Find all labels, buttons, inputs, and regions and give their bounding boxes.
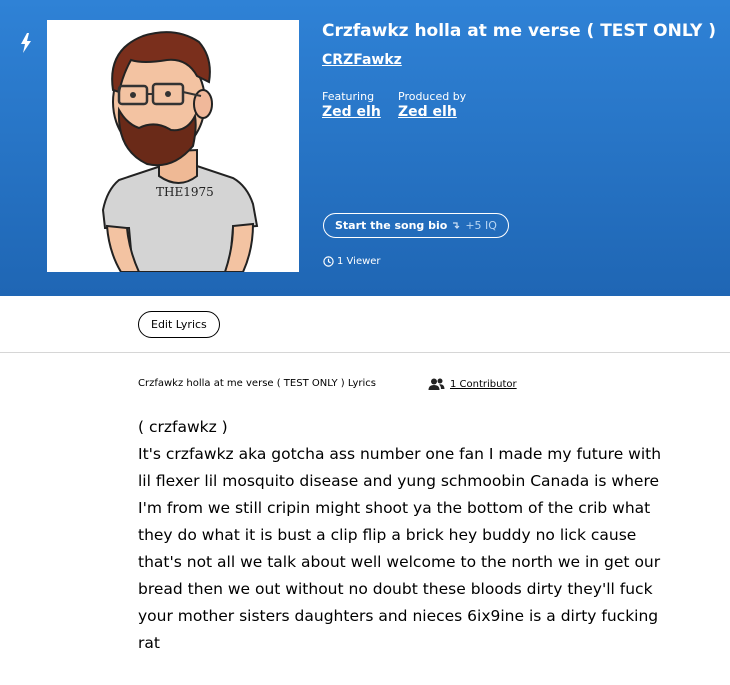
divider	[0, 352, 730, 353]
produced-by-label: Produced by	[398, 90, 467, 103]
producer-link[interactable]: Zed elh	[398, 104, 457, 120]
artist-link[interactable]: CRZFawkz	[322, 52, 402, 68]
featuring-label: Featuring	[322, 90, 375, 103]
iq-reward-badge: +5 IQ	[465, 219, 497, 232]
viewers-count: 1 Viewer	[323, 256, 381, 267]
contributors-link[interactable]: 1 Contributor	[428, 378, 517, 390]
song-header: THE1975 Crzfawkz holla at me verse ( TES…	[0, 0, 730, 296]
lyrics-header-title: Crzfawkz holla at me verse ( TEST ONLY )…	[138, 378, 377, 389]
contributors-text: 1 Contributor	[450, 378, 517, 390]
arrow-down-right-icon	[453, 221, 460, 229]
start-song-bio-button[interactable]: Start the song bio +5 IQ	[323, 213, 509, 238]
song-bio-label: Start the song bio	[335, 219, 448, 232]
lightning-icon[interactable]	[19, 33, 33, 53]
lyrics-body: ( crzfawkz ) It's crzfawkz aka gotcha as…	[138, 414, 668, 657]
lyrics-section-header: ( crzfawkz )	[138, 418, 228, 436]
edit-lyrics-button[interactable]: Edit Lyrics	[138, 311, 220, 338]
lyrics-text: It's crzfawkz aka gotcha ass number one …	[138, 445, 662, 652]
contributors-icon	[428, 378, 445, 390]
svg-text:THE1975: THE1975	[156, 185, 214, 199]
song-title: Crzfawkz holla at me verse ( TEST ONLY )	[322, 21, 717, 41]
cartoon-avatar-image: THE1975	[47, 20, 299, 272]
song-cover-art: THE1975	[47, 20, 299, 272]
viewers-text: 1 Viewer	[337, 256, 381, 267]
clock-icon	[323, 256, 334, 267]
featuring-artist-link[interactable]: Zed elh	[322, 104, 381, 120]
